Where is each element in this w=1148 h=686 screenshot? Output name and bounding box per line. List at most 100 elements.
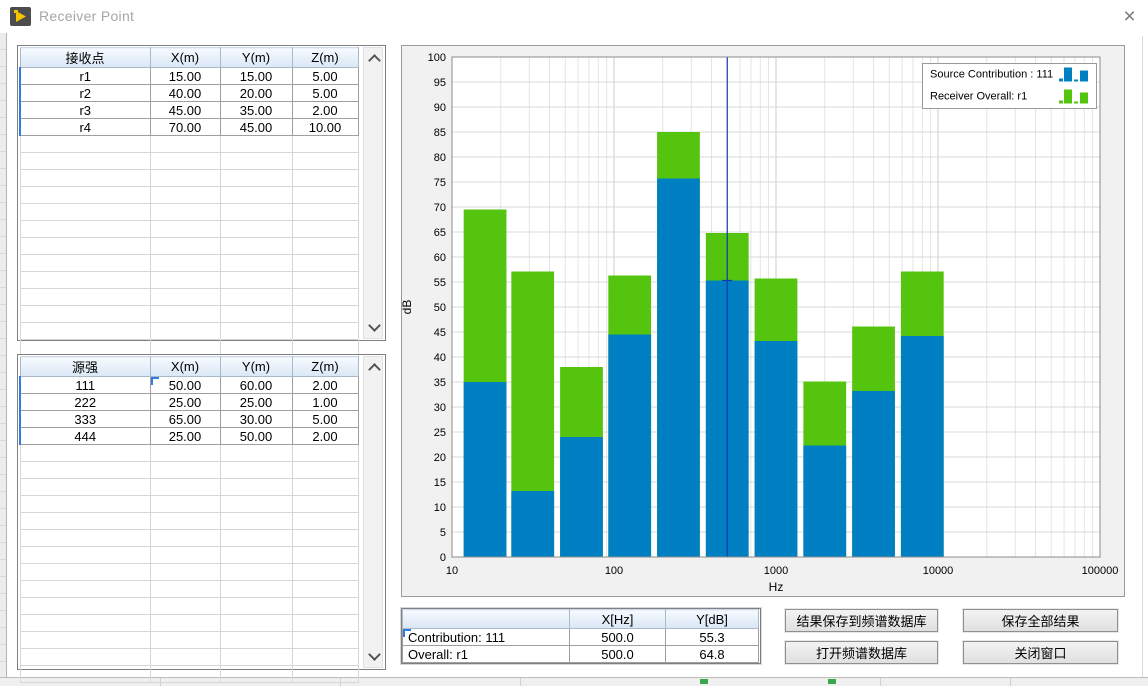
empty-cell[interactable] <box>20 479 150 496</box>
source-table-cell[interactable]: 2.00 <box>292 377 358 394</box>
empty-cell[interactable] <box>292 462 358 479</box>
source-table-cell[interactable]: 30.00 <box>220 411 292 428</box>
empty-cell[interactable] <box>220 462 292 479</box>
source-table-cell[interactable]: 65.00 <box>150 411 220 428</box>
empty-cell[interactable] <box>220 598 292 615</box>
source-table-cell[interactable]: 5.00 <box>292 411 358 428</box>
empty-cell[interactable] <box>20 649 150 666</box>
source-table-cell[interactable]: 25.00 <box>220 394 292 411</box>
scroll-up-icon[interactable] <box>368 54 381 67</box>
empty-cell[interactable] <box>150 187 220 204</box>
scroll-down-icon[interactable] <box>368 648 381 661</box>
scroll-down-icon[interactable] <box>368 319 381 332</box>
empty-cell[interactable] <box>220 581 292 598</box>
empty-cell[interactable] <box>150 547 220 564</box>
empty-cell[interactable] <box>220 615 292 632</box>
empty-cell[interactable] <box>292 187 358 204</box>
empty-cell[interactable] <box>150 615 220 632</box>
source-table[interactable]: 源强X(m)Y(m)Z(m)11150.0060.002.0022225.002… <box>19 356 359 683</box>
save-results-to-spectrum-db-button[interactable]: 结果保存到频谱数据库 <box>785 609 938 632</box>
empty-cell[interactable] <box>292 272 358 289</box>
empty-cell[interactable] <box>20 153 150 170</box>
empty-cell[interactable] <box>292 238 358 255</box>
receiver-table-cell[interactable]: 2.00 <box>292 102 358 119</box>
empty-cell[interactable] <box>150 323 220 340</box>
bar-contribution[interactable] <box>560 437 603 557</box>
bar-contribution[interactable] <box>901 336 944 557</box>
empty-cell[interactable] <box>20 255 150 272</box>
empty-cell[interactable] <box>292 564 358 581</box>
empty-cell[interactable] <box>220 136 292 153</box>
empty-cell[interactable] <box>220 547 292 564</box>
empty-cell[interactable] <box>292 615 358 632</box>
empty-cell[interactable] <box>20 445 150 462</box>
spectrum-chart[interactable]: 0510152025303540455055606570758085909510… <box>401 45 1125 597</box>
cursor-table-cell[interactable]: Contribution: 111 <box>403 629 570 646</box>
empty-cell[interactable] <box>220 306 292 323</box>
empty-cell[interactable] <box>150 496 220 513</box>
empty-cell[interactable] <box>292 632 358 649</box>
empty-cell[interactable] <box>220 632 292 649</box>
empty-cell[interactable] <box>20 136 150 153</box>
empty-cell[interactable] <box>150 445 220 462</box>
cursor-table-cell[interactable]: 64.8 <box>666 646 759 663</box>
bar-contribution[interactable] <box>803 446 846 558</box>
empty-cell[interactable] <box>292 479 358 496</box>
empty-cell[interactable] <box>220 289 292 306</box>
empty-cell[interactable] <box>220 187 292 204</box>
empty-cell[interactable] <box>20 632 150 649</box>
receiver-table-scrollbar[interactable] <box>363 47 383 339</box>
empty-cell[interactable] <box>20 462 150 479</box>
source-table-cell[interactable]: 2.00 <box>292 428 358 445</box>
empty-cell[interactable] <box>292 204 358 221</box>
receiver-table-cell[interactable]: 45.00 <box>150 102 220 119</box>
empty-cell[interactable] <box>220 204 292 221</box>
empty-cell[interactable] <box>150 581 220 598</box>
source-table-cell[interactable]: 60.00 <box>220 377 292 394</box>
empty-cell[interactable] <box>220 170 292 187</box>
receiver-table-cell[interactable]: 40.00 <box>150 85 220 102</box>
empty-cell[interactable] <box>220 255 292 272</box>
empty-cell[interactable] <box>20 323 150 340</box>
empty-cell[interactable] <box>20 530 150 547</box>
scroll-up-icon[interactable] <box>368 363 381 376</box>
empty-cell[interactable] <box>20 221 150 238</box>
empty-cell[interactable] <box>20 513 150 530</box>
empty-cell[interactable] <box>220 666 292 683</box>
open-spectrum-db-button[interactable]: 打开频谱数据库 <box>785 641 938 664</box>
empty-cell[interactable] <box>20 306 150 323</box>
empty-cell[interactable] <box>292 581 358 598</box>
empty-cell[interactable] <box>292 530 358 547</box>
bar-contribution[interactable] <box>755 341 798 557</box>
empty-cell[interactable] <box>20 170 150 187</box>
source-table-cell[interactable]: 50.00 <box>150 377 220 394</box>
empty-cell[interactable] <box>150 238 220 255</box>
close-window-button[interactable]: 关闭窗口 <box>963 641 1118 664</box>
empty-cell[interactable] <box>292 221 358 238</box>
receiver-table[interactable]: 接收点X(m)Y(m)Z(m)r115.0015.005.00r240.0020… <box>19 47 359 357</box>
cursor-table-cell[interactable]: 500.0 <box>570 646 666 663</box>
source-table-cell[interactable]: 111 <box>20 377 150 394</box>
empty-cell[interactable] <box>20 289 150 306</box>
empty-cell[interactable] <box>150 513 220 530</box>
empty-cell[interactable] <box>150 564 220 581</box>
bar-contribution[interactable] <box>511 491 554 557</box>
empty-cell[interactable] <box>292 323 358 340</box>
source-table-cell[interactable]: 444 <box>20 428 150 445</box>
empty-cell[interactable] <box>150 289 220 306</box>
empty-cell[interactable] <box>150 221 220 238</box>
receiver-table-cell[interactable]: 35.00 <box>220 102 292 119</box>
empty-cell[interactable] <box>292 289 358 306</box>
save-all-results-button[interactable]: 保存全部结果 <box>963 609 1118 632</box>
empty-cell[interactable] <box>292 598 358 615</box>
receiver-table-cell[interactable]: r2 <box>20 85 150 102</box>
empty-cell[interactable] <box>20 581 150 598</box>
empty-cell[interactable] <box>20 598 150 615</box>
source-table-cell[interactable]: 25.00 <box>150 394 220 411</box>
empty-cell[interactable] <box>150 153 220 170</box>
empty-cell[interactable] <box>20 187 150 204</box>
empty-cell[interactable] <box>292 306 358 323</box>
empty-cell[interactable] <box>20 238 150 255</box>
empty-cell[interactable] <box>20 615 150 632</box>
receiver-table-cell[interactable]: 20.00 <box>220 85 292 102</box>
